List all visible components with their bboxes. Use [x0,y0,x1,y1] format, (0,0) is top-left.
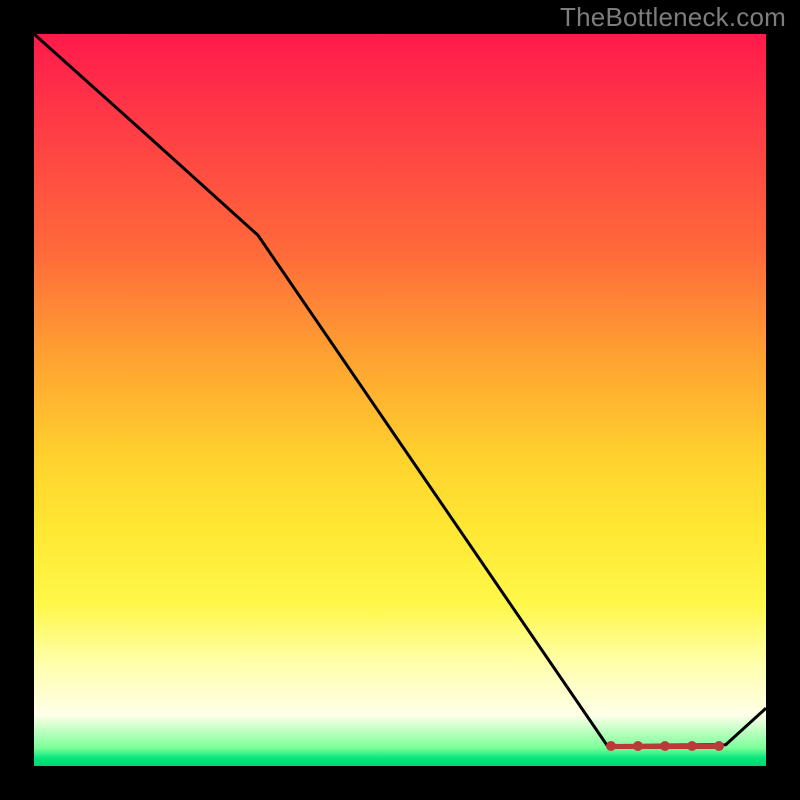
marker-dot [714,741,724,751]
plot-area [34,34,766,766]
marker-dot [606,741,616,751]
marker-dot [660,741,670,751]
chart-root: TheBottleneck.com [0,0,800,800]
optimal-range-marker [606,741,724,751]
marker-dot [687,741,697,751]
marker-dot [633,741,643,751]
attribution-label: TheBottleneck.com [560,2,786,33]
curve-line [34,34,766,766]
